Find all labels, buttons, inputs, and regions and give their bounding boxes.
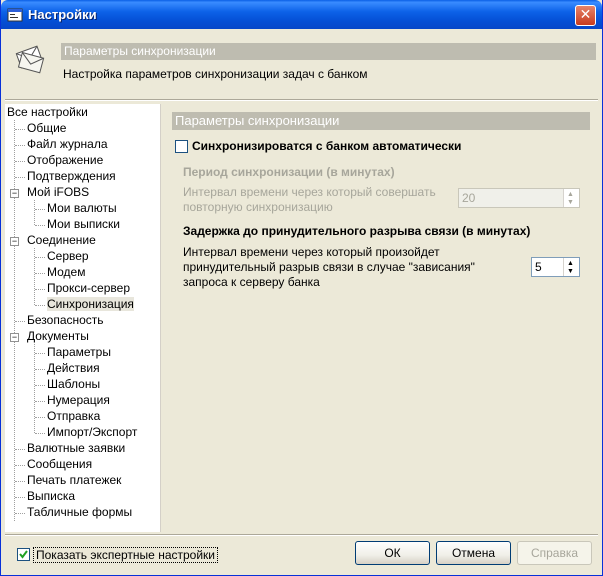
close-icon: ✕ [579,7,592,23]
tree-item-connection[interactable]: Соединение [27,233,96,248]
tree-item-security[interactable]: Безопасность [27,313,104,328]
tree-item-general[interactable]: Общие [27,121,66,136]
tree-item-currency-requests[interactable]: Валютные заявки [27,441,125,456]
tree-item-documents[interactable]: Документы [27,329,89,344]
tree-item-log-file[interactable]: Файл журнала [27,137,108,152]
app-icon [7,8,23,22]
arrow-up-icon[interactable]: ▲ [567,260,574,267]
checkmark-icon [19,550,28,559]
close-button[interactable]: ✕ [575,5,596,26]
header-separator [5,99,598,101]
tree-item-sync[interactable]: Синхронизация [47,297,134,312]
header-subtitle: Настройка параметров синхронизации задач… [63,67,368,81]
tree-item-my-statements[interactable]: Мои выписки [47,217,120,232]
delay-value: 5 [535,260,542,274]
delay-text-line3: запроса к серверу банка [183,275,320,289]
period-value: 20 [462,191,476,205]
auto-sync-label: Синхронизироватся с банком автоматически [192,139,462,153]
header-panel: Параметры синхронизации Настройка параме… [5,33,598,95]
period-arrows[interactable]: ▲ ▼ [563,189,579,207]
tree-line [34,344,35,433]
settings-tree[interactable]: Все настройки Общие Файл журнала Отображ… [5,104,161,532]
delay-text-line2: принудительный разрыв связи в случае "за… [183,260,475,274]
collapse-icon[interactable]: − [10,333,19,342]
title-bar[interactable]: Настройки ✕ [1,0,602,29]
tree-item-proxy[interactable]: Прокси-сервер [47,281,130,296]
window-title: Настройки [28,7,97,22]
tree-item-confirmations[interactable]: Подтверждения [27,169,116,184]
expert-settings-label[interactable]: Показать экспертные настройки [33,547,218,563]
auto-sync-checkbox[interactable] [175,140,188,153]
tree-item-all-settings[interactable]: Все настройки [7,105,88,120]
tree-item-print-payments[interactable]: Печать платежек [27,473,121,488]
tree-line [34,200,35,225]
arrow-down-icon[interactable]: ▼ [567,199,574,206]
help-button[interactable]: Справка [517,541,592,565]
arrow-up-icon[interactable]: ▲ [567,191,574,198]
tree-item-modem[interactable]: Модем [47,265,85,280]
settings-panel: Параметры синхронизации Синхронизироватс… [164,104,598,532]
period-text-line2: повторную синхронизацию [183,200,333,214]
period-heading: Период синхронизации (в минутах) [183,165,395,179]
collapse-icon[interactable]: − [10,189,19,198]
tree-item-my-ifobs[interactable]: Мой iFOBS [27,185,89,200]
ok-button[interactable]: ОК [355,541,430,565]
delay-arrows[interactable]: ▲ ▼ [563,258,579,276]
tree-item-sending[interactable]: Отправка [47,409,100,424]
header-title: Параметры синхронизации [61,43,596,60]
tree-item-templates[interactable]: Шаблоны [47,377,100,392]
delay-heading: Задержка до принудительного разрыва связ… [183,224,531,238]
collapse-icon[interactable]: − [10,237,19,246]
tree-item-table-forms[interactable]: Табличные формы [27,505,132,520]
delay-spinner[interactable]: 5 ▲ ▼ [531,257,580,277]
cancel-button[interactable]: Отмена [436,541,511,565]
tree-item-numbering[interactable]: Нумерация [47,393,110,408]
tree-item-statement[interactable]: Выписка [27,489,75,504]
panel-title: Параметры синхронизации [172,112,590,130]
tree-item-parameters[interactable]: Параметры [47,345,111,360]
delay-text-line1: Интервал времени через который произойде… [183,245,440,259]
period-text-line1: Интервал времени через который совершать [183,185,436,199]
tree-item-messages[interactable]: Сообщения [27,457,92,472]
period-spinner[interactable]: 20 ▲ ▼ [458,188,580,208]
tree-item-my-currencies[interactable]: Мои валюты [47,201,117,216]
tree-item-display[interactable]: Отображение [27,153,103,168]
tree-item-server[interactable]: Сервер [47,249,89,264]
footer-separator [5,534,598,536]
envelopes-icon [15,45,45,74]
tree-item-actions[interactable]: Действия [47,361,100,376]
expert-settings-checkbox[interactable] [17,548,30,561]
tree-item-import-export[interactable]: Импорт/Экспорт [47,425,137,440]
settings-window: Настройки ✕ Параметры синхронизации Наст… [0,0,603,576]
arrow-down-icon[interactable]: ▼ [567,268,574,275]
